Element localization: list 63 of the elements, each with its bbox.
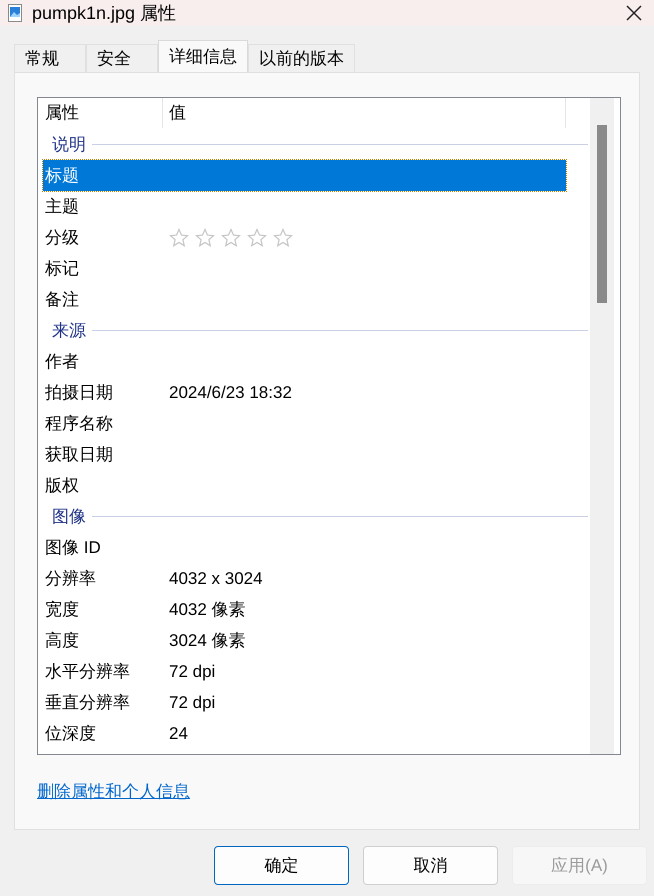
property-row[interactable]: 高度 3024 像素 [43, 625, 566, 656]
property-row[interactable]: 位深度 24 [43, 718, 566, 749]
property-row[interactable]: 宽度 4032 像素 [43, 594, 566, 625]
property-row[interactable]: 垂直分辨率 72 dpi [43, 687, 566, 718]
property-name: 标题 [44, 164, 80, 187]
star-icon[interactable] [169, 228, 189, 248]
group-heading: 图像 [52, 506, 86, 528]
property-row[interactable]: 主题 [43, 191, 566, 222]
property-value: 3024 像素 [169, 630, 246, 652]
property-value: 24 [169, 722, 188, 745]
property-value: 72 dpi [169, 660, 216, 683]
column-header[interactable]: 值 [163, 98, 566, 128]
scrollbar[interactable] [590, 98, 614, 754]
property-name: 宽度 [44, 598, 80, 621]
tab[interactable]: 详细信息 [158, 40, 248, 72]
property-value: 2024/6/23 18:32 [169, 382, 292, 404]
property-row[interactable]: 版权 [43, 470, 566, 501]
property-value: 72 dpi [169, 692, 216, 714]
property-name: 分级 [44, 226, 80, 249]
tab[interactable]: 安全 [86, 44, 158, 72]
property-name: 备注 [44, 288, 80, 311]
property-row[interactable]: 作者 [43, 346, 566, 377]
property-value: 4032 像素 [169, 598, 246, 621]
tab[interactable]: 以前的版本 [248, 44, 355, 72]
property-name: 垂直分辨率 [44, 692, 131, 714]
star-icon[interactable] [221, 228, 241, 248]
image-file-icon [8, 4, 22, 22]
group-heading: 说明 [52, 134, 86, 156]
dialog-button[interactable]: 确定 [214, 846, 349, 885]
property-row[interactable]: 程序名称 [43, 408, 566, 439]
property-row[interactable]: 水平分辨率 72 dpi [43, 656, 566, 687]
remove-properties-link[interactable]: 删除属性和个人信息 [37, 782, 190, 801]
property-row[interactable]: 标记 [43, 253, 566, 284]
star-icon[interactable] [247, 228, 267, 248]
column-header[interactable]: 属性 [43, 98, 163, 128]
property-row[interactable]: 备注 [43, 284, 566, 315]
star-icon[interactable] [273, 228, 293, 248]
property-value: 4032 x 3024 [169, 568, 263, 590]
property-name: 拍摄日期 [44, 382, 114, 404]
property-name: 图像 ID [44, 536, 102, 559]
close-icon[interactable] [626, 5, 642, 21]
property-row[interactable]: 分级 [43, 222, 566, 253]
star-icon[interactable] [195, 228, 215, 248]
window-title: pumpk1n.jpg 属性 [32, 2, 176, 25]
property-name: 获取日期 [44, 444, 114, 466]
property-row[interactable]: 获取日期 [43, 439, 566, 470]
tab[interactable]: 常规 [14, 44, 86, 72]
group-heading: 来源 [52, 320, 86, 342]
property-name: 作者 [44, 350, 80, 373]
property-name: 高度 [44, 630, 80, 652]
property-name: 程序名称 [44, 412, 114, 435]
property-row[interactable]: 分辨率 4032 x 3024 [43, 563, 566, 594]
property-name: 版权 [44, 474, 80, 497]
property-row[interactable]: 图像 ID [43, 532, 566, 563]
scrollbar-thumb[interactable] [597, 125, 607, 303]
property-name: 水平分辨率 [44, 660, 131, 683]
property-name: 位深度 [44, 722, 97, 745]
property-name: 主题 [44, 196, 80, 218]
dialog-button[interactable]: 取消 [363, 846, 498, 885]
property-name: 分辨率 [44, 568, 97, 590]
property-name: 标记 [44, 258, 80, 280]
property-row[interactable]: 标题 [43, 160, 566, 191]
property-row[interactable]: 拍摄日期 2024/6/23 18:32 [43, 377, 566, 408]
